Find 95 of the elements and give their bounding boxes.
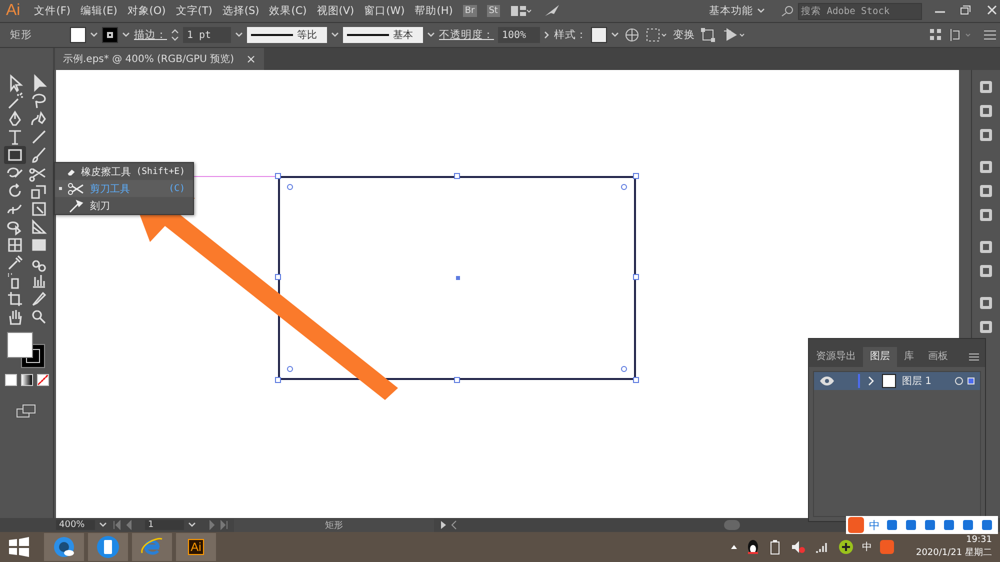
windows-start-icon[interactable] <box>8 536 30 558</box>
ime-tool-icon[interactable] <box>942 518 956 532</box>
eye-icon[interactable] <box>818 375 836 387</box>
close-tab-button[interactable]: × <box>246 52 256 66</box>
color-mode-icon[interactable] <box>4 374 16 386</box>
screen-mode-icon[interactable] <box>14 404 38 418</box>
layout-icon[interactable] <box>510 3 532 19</box>
caret-icon[interactable] <box>122 32 130 38</box>
rectangle-icon[interactable] <box>4 146 26 164</box>
ime-tool-icon[interactable] <box>980 518 994 532</box>
opacity-field[interactable]: 100% <box>498 27 540 43</box>
taskbar-app[interactable]: Ai <box>176 533 216 561</box>
panel-tab[interactable]: 库 <box>897 347 921 367</box>
selected-rectangle[interactable] <box>278 176 636 380</box>
flyout-menu-item[interactable]: 刻刀 <box>55 197 193 214</box>
fill-swatch[interactable] <box>70 27 86 43</box>
caret-icon[interactable] <box>188 522 196 528</box>
ime-tool-icon[interactable] <box>904 518 918 532</box>
taskbar-app[interactable] <box>88 533 128 561</box>
time-text: 19:31 <box>966 534 992 547</box>
caret-icon[interactable] <box>235 32 243 38</box>
menu-item[interactable]: 效果(C) <box>269 4 307 18</box>
ime-tool-icon[interactable] <box>961 518 975 532</box>
align-box-icon[interactable] <box>645 26 669 44</box>
bounding-box-icon[interactable] <box>699 26 717 44</box>
plus-circle-icon[interactable] <box>838 539 854 555</box>
muted-speaker-icon[interactable] <box>790 540 806 554</box>
input-language-indicator[interactable]: 中 <box>862 540 872 554</box>
globe-icon[interactable] <box>623 26 641 44</box>
target-icon[interactable] <box>954 376 976 386</box>
menu-item[interactable]: 视图(V) <box>316 4 354 18</box>
app-logo: Ai <box>6 2 20 20</box>
style-label: 样式： <box>554 28 587 42</box>
none-mode-icon[interactable] <box>36 374 48 386</box>
menu-item[interactable]: 窗口(W) <box>364 4 405 18</box>
zoom-field[interactable]: 400% <box>56 520 95 530</box>
panel-menu-icon[interactable] <box>967 352 981 362</box>
menu-item[interactable]: 选择(S) <box>222 4 260 18</box>
style-swatch[interactable] <box>591 27 607 43</box>
caret-icon[interactable] <box>99 522 107 528</box>
caret-icon[interactable] <box>757 8 765 14</box>
object-type-label: 矩形 <box>10 28 33 42</box>
transform-button[interactable]: 变换 <box>673 28 695 42</box>
chevron-icon[interactable] <box>866 375 876 387</box>
scissors-icon <box>67 182 85 196</box>
knife-icon <box>67 198 85 212</box>
spinner-icon[interactable] <box>171 28 179 42</box>
selection-status: 矩形 <box>234 518 434 532</box>
caret-icon[interactable] <box>611 32 619 38</box>
caret-icon[interactable] <box>331 32 339 38</box>
battery-icon[interactable] <box>768 539 782 555</box>
document-tab[interactable]: 示例.eps* @ 400% (RGB/GPU 预览) × <box>55 48 264 70</box>
taskbar-app[interactable] <box>44 533 84 561</box>
search-app-icon <box>52 535 76 559</box>
stroke-swatch[interactable] <box>102 27 118 43</box>
layer-name: 图层 1 <box>902 375 933 388</box>
tray-expand-icon[interactable] <box>730 544 738 550</box>
app-switch-button[interactable]: St <box>486 5 500 17</box>
layer-thumbnail <box>882 374 896 388</box>
ime-mode-button[interactable]: 中 <box>869 518 880 532</box>
scroll-thumb[interactable] <box>724 520 740 530</box>
search-field[interactable]: 搜索 Adobe Stock <box>798 2 922 20</box>
penguin-icon[interactable] <box>746 539 760 555</box>
opacity-label[interactable]: 不透明度： <box>439 28 494 42</box>
grid-icon[interactable] <box>928 27 944 43</box>
stroke-weight-field[interactable]: 1 pt <box>183 27 231 43</box>
menu-item[interactable]: 文件(F) <box>34 4 70 18</box>
stroke-label[interactable]: 描边： <box>134 28 167 42</box>
ime-tool-icon[interactable] <box>885 518 899 532</box>
profile-dropdown[interactable]: 等比 <box>247 27 327 43</box>
ime-tool-icon[interactable] <box>923 518 937 532</box>
layer-row[interactable]: 图层 1 <box>814 372 980 390</box>
app-switch-button[interactable]: Br <box>462 5 477 17</box>
menu-item[interactable]: 编辑(E) <box>80 4 118 18</box>
search-icon <box>781 5 795 17</box>
panel-tab[interactable]: 图层 <box>863 347 897 367</box>
workspace-switcher[interactable]: 基本功能 <box>709 4 753 18</box>
artboard-number-field[interactable]: 1 <box>145 520 184 530</box>
phone-icon <box>96 535 120 559</box>
caret-icon[interactable] <box>427 32 435 38</box>
clock[interactable]: 19:31 2020/1/21 星期二 <box>916 534 992 560</box>
flyout-menu-item[interactable]: 橡皮擦工具 (Shift+E) <box>55 163 193 180</box>
caret-icon[interactable] <box>90 32 98 38</box>
panel-tab[interactable]: 资源导出 <box>809 347 863 367</box>
menu-item[interactable]: 帮助(H) <box>414 4 453 18</box>
menu-item[interactable]: 文字(T) <box>176 4 212 18</box>
app-icon: Ai <box>188 539 204 555</box>
brush-dropdown[interactable]: 基本 <box>343 27 423 43</box>
fill-stroke-swatches[interactable] <box>6 332 46 370</box>
chevron-icon[interactable] <box>544 31 550 39</box>
menu-item[interactable]: 对象(O) <box>127 4 166 18</box>
panel-tab[interactable]: 画板 <box>921 347 955 367</box>
signal-icon[interactable] <box>814 541 830 553</box>
gradient-mode-icon[interactable] <box>20 374 32 386</box>
date-text: 2020/1/21 星期二 <box>916 547 992 560</box>
